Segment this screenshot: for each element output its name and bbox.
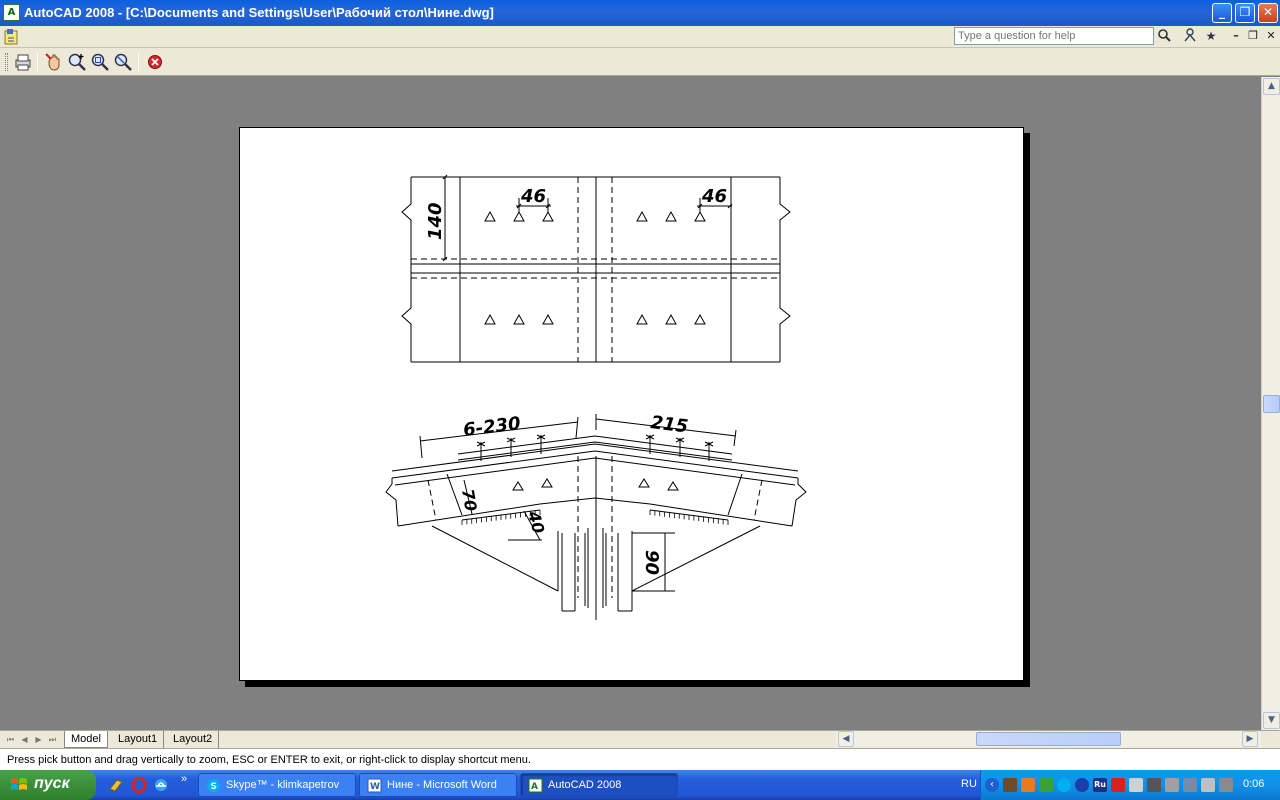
drawing-canvas[interactable]: 46 46 140 6-230 215 70 40 90 <box>0 77 1261 730</box>
tray-bluetooth-icon[interactable] <box>1075 778 1089 792</box>
dim-label-gap: 40 <box>524 508 548 535</box>
clock: 0:06 <box>1243 778 1265 790</box>
communication-center-icon[interactable] <box>1180 27 1200 45</box>
command-line: Press pick button and drag vertically to… <box>0 748 1280 770</box>
tray-app-icon[interactable] <box>1129 778 1143 792</box>
drawing-document-icon[interactable] <box>4 28 20 45</box>
taskbar: пуск » S Skype™ - klimkapetrov W Нине - … <box>0 770 1280 800</box>
vertical-scroll-thumb[interactable] <box>1263 395 1280 413</box>
close-preview-icon[interactable] <box>144 51 166 73</box>
favorites-star-icon[interactable]: ★ <box>1201 27 1221 45</box>
autocad-app-icon[interactable]: A <box>3 4 20 21</box>
tray-firewall-icon[interactable] <box>1021 778 1035 792</box>
title-bar: A AutoCAD 2008 - [C:\Documents and Setti… <box>0 0 1280 26</box>
task-label: Skype™ - klimkapetrov <box>226 779 340 791</box>
doc-close-button[interactable]: ✕ <box>1263 28 1279 44</box>
truss-node-drawing: 46 46 140 6-230 215 70 40 90 <box>385 174 807 620</box>
scroll-down-button[interactable]: ▼ <box>1263 712 1280 729</box>
tab-prev-button[interactable]: ◀ <box>18 733 31 746</box>
windows-logo-icon <box>11 778 27 790</box>
svg-text:S: S <box>211 782 217 792</box>
task-word[interactable]: W Нине - Microsoft Word <box>359 773 517 797</box>
tray-antivirus-icon[interactable] <box>1111 778 1125 792</box>
autocad-icon: A <box>528 778 543 793</box>
dim-label-gusset: 90 <box>641 550 662 575</box>
tab-layout1[interactable]: Layout1 <box>112 731 165 748</box>
pan-icon[interactable] <box>43 51 65 73</box>
search-icon[interactable] <box>1155 27 1175 45</box>
close-button[interactable]: ✕ <box>1258 3 1278 23</box>
tray-back-icon[interactable]: ‹ <box>985 778 999 792</box>
start-button[interactable]: пуск <box>0 770 96 800</box>
tray-connection-icon[interactable] <box>1165 778 1179 792</box>
zoom-original-icon[interactable] <box>112 51 134 73</box>
paper-sheet: 46 46 140 6-230 215 70 40 90 <box>239 127 1024 681</box>
start-label: пуск <box>34 775 70 792</box>
vertical-scrollbar[interactable]: ▲ ▼ <box>1261 77 1280 730</box>
task-skype[interactable]: S Skype™ - klimkapetrov <box>198 773 356 797</box>
dim-label-web: 70 <box>458 487 481 512</box>
zoom-window-icon[interactable] <box>89 51 111 73</box>
task-label: AutoCAD 2008 <box>548 779 622 791</box>
skype-icon: S <box>207 779 220 792</box>
doc-minimize-button[interactable]: – <box>1228 28 1244 44</box>
dim-label-top-left: 46 <box>520 186 546 207</box>
tray-skype-icon[interactable] <box>1057 778 1071 792</box>
language-indicator[interactable]: RU <box>961 778 977 790</box>
scroll-right-button[interactable]: ▶ <box>1242 731 1258 747</box>
internet-explorer-icon[interactable] <box>153 777 169 793</box>
task-label: Нине - Microsoft Word <box>387 779 497 791</box>
horizontal-scroll-thumb[interactable] <box>976 732 1121 746</box>
opera-icon[interactable] <box>131 777 147 793</box>
minimize-button[interactable]: _ <box>1212 3 1232 23</box>
preview-toolbar <box>0 48 1280 76</box>
tray-shield-icon[interactable] <box>1039 778 1053 792</box>
tab-layout2[interactable]: Layout2 <box>167 731 220 748</box>
doc-restore-button[interactable]: ❐ <box>1245 28 1261 44</box>
toolbar-grip[interactable] <box>5 53 8 71</box>
tray-volume-icon[interactable] <box>1201 778 1215 792</box>
show-desktop-icon[interactable] <box>108 777 124 793</box>
dim-label-top-right: 46 <box>701 186 727 207</box>
tab-next-button[interactable]: ▶ <box>32 733 45 746</box>
toolbar-separator <box>37 53 38 71</box>
tab-model[interactable]: Model <box>64 731 108 748</box>
svg-text:W: W <box>370 782 380 792</box>
toolbar-separator <box>138 53 139 71</box>
scroll-up-button[interactable]: ▲ <box>1263 78 1280 95</box>
dim-label-top-height: 140 <box>425 202 446 240</box>
quick-launch-more[interactable]: » <box>181 773 187 785</box>
tab-last-button[interactable]: ⏭ <box>46 733 59 746</box>
window-title: AutoCAD 2008 - [C:\Documents and Setting… <box>24 5 494 20</box>
print-icon[interactable] <box>12 51 34 73</box>
word-icon: W <box>367 778 382 793</box>
restore-button[interactable]: ❐ <box>1235 3 1255 23</box>
tab-first-button[interactable]: ⏮ <box>4 733 17 746</box>
tray-display-icon[interactable] <box>1219 778 1233 792</box>
tray-network2-icon[interactable] <box>1183 778 1197 792</box>
svg-text:A: A <box>531 782 538 792</box>
task-autocad[interactable]: A AutoCAD 2008 <box>520 773 678 797</box>
dim-label-plate-length: 215 <box>649 412 689 437</box>
system-tray: RU ‹ Ru 0:06 <box>961 770 1280 800</box>
horizontal-scrollbar[interactable]: ◀ ▶ <box>836 731 1261 747</box>
tray-network-icon[interactable] <box>1003 778 1017 792</box>
tray-tools-icon[interactable] <box>1147 778 1161 792</box>
zoom-realtime-icon[interactable] <box>66 51 88 73</box>
dim-label-bolt-spacing: 6-230 <box>462 413 522 441</box>
tray-ru-keyboard-icon[interactable]: Ru <box>1093 778 1107 792</box>
help-search-input[interactable] <box>954 27 1154 45</box>
scroll-left-button[interactable]: ◀ <box>838 731 854 747</box>
